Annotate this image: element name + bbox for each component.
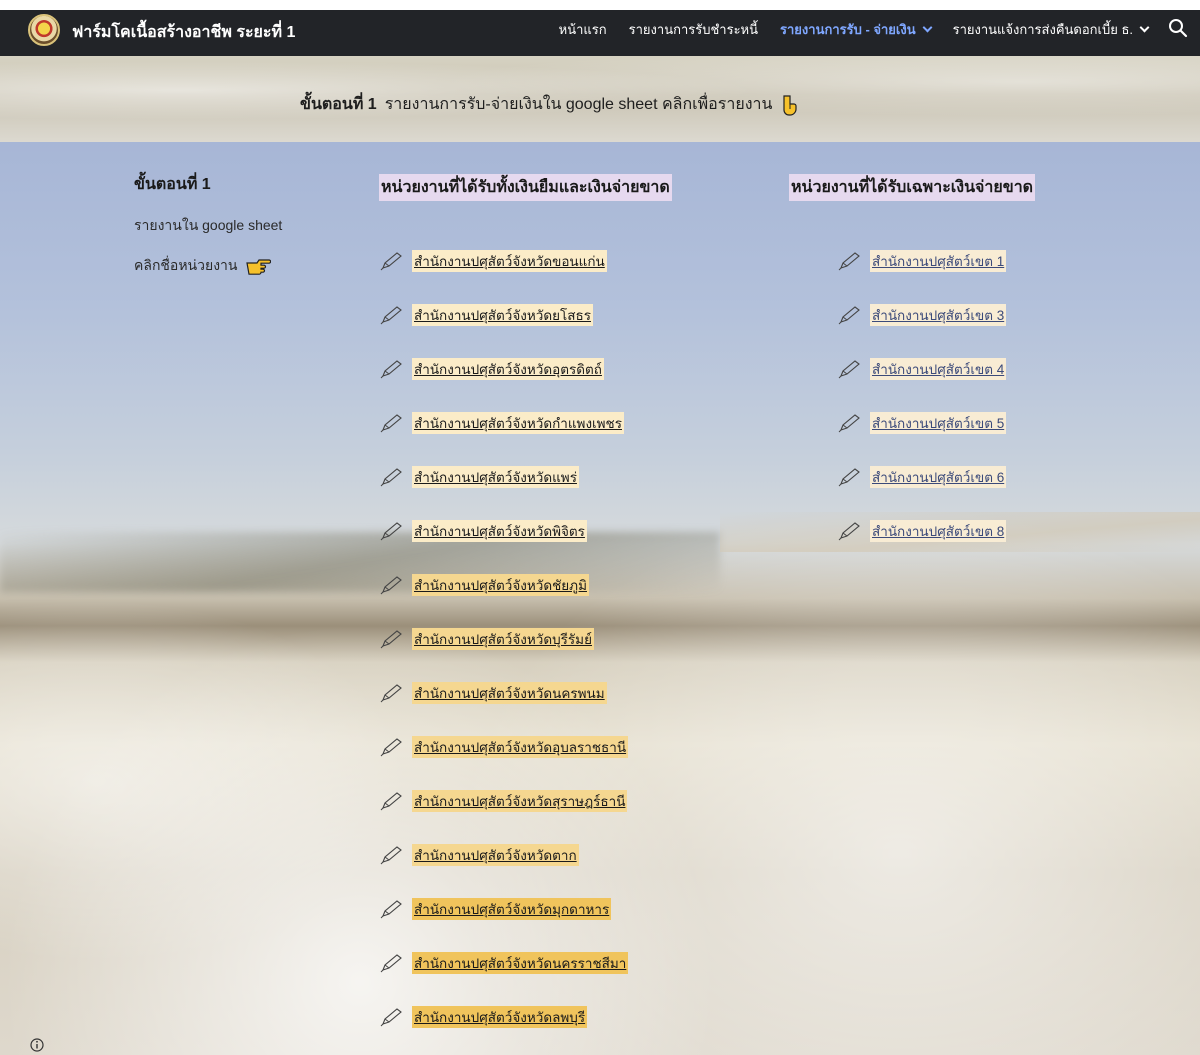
office-link[interactable]: สำนักงานปศุสัตว์จังหวัดลพบุรี (412, 1006, 588, 1028)
list-item: สำนักงานปศุสัตว์เขต 6 (838, 466, 1007, 488)
office-link[interactable]: สำนักงานปศุสัตว์เขต 6 (870, 466, 1007, 488)
pen-icon (838, 360, 860, 379)
pen-icon (380, 468, 402, 487)
hero-instruction: ขั้นตอนที่ 1 รายงานการรับ-จ่ายเงินใน goo… (300, 92, 798, 117)
hero-step-label: ขั้นตอนที่ 1 (300, 96, 377, 113)
pen-icon (380, 792, 402, 811)
nav-item-label: รายงานแจ้งการส่งคืนดอกเบี้ย ธ. (952, 22, 1133, 37)
list-item: สำนักงานปศุสัตว์จังหวัดนครพนม (380, 682, 607, 704)
list-item: สำนักงานปศุสัตว์จังหวัดยโสธร (380, 304, 593, 326)
office-link[interactable]: สำนักงานปศุสัตว์จังหวัดชัยภูมิ (412, 574, 589, 596)
nav-item-label: หน้าแรก (558, 22, 607, 37)
office-link[interactable]: สำนักงานปศุสัตว์จังหวัดตาก (412, 844, 579, 866)
list-item: สำนักงานปศุสัตว์เขต 3 (838, 304, 1007, 326)
pen-icon (380, 306, 402, 325)
office-link[interactable]: สำนักงานปศุสัตว์เขต 5 (870, 412, 1007, 434)
left-instructions: ขั้นตอนที่ 1 รายงานใน google sheet คลิกช… (134, 172, 282, 277)
list-item: สำนักงานปศุสัตว์จังหวัดแพร่ (380, 466, 579, 488)
main-nav: หน้าแรก รายงานการรับชำระหนี้ รายงานการรั… (559, 19, 1150, 40)
list-item: สำนักงานปศุสัตว์จังหวัดบุรีรัมย์ (380, 628, 594, 650)
heading-grant-only: หน่วยงานที่ได้รับเฉพาะเงินจ่ายขาด (789, 174, 1036, 201)
list-item: สำนักงานปศุสัตว์จังหวัดพิจิตร (380, 520, 587, 542)
list-item: สำนักงานปศุสัตว์เขต 8 (838, 520, 1007, 542)
pen-icon (380, 522, 402, 541)
list-item: สำนักงานปศุสัตว์เขต 5 (838, 412, 1007, 434)
chevron-down-icon (922, 22, 933, 33)
office-link[interactable]: สำนักงานปศุสัตว์จังหวัดขอนแก่น (412, 250, 607, 272)
nav-item-label: รายงานการรับชำระหนี้ (628, 22, 759, 37)
hero-banner: ขั้นตอนที่ 1 รายงานการรับ-จ่ายเงินใน goo… (0, 56, 1200, 142)
list-item: สำนักงานปศุสัตว์จังหวัดสุราษฎร์ธานี (380, 790, 628, 812)
nav-item-debt-report[interactable]: รายงานการรับชำระหนี้ (629, 19, 758, 40)
office-link[interactable]: สำนักงานปศุสัตว์จังหวัดมุกดาหาร (412, 898, 612, 920)
office-link[interactable]: สำนักงานปศุสัตว์จังหวัดสุราษฎร์ธานี (412, 790, 628, 812)
hero-text: รายงานการรับ-จ่ายเงินใน google sheet คลิ… (384, 96, 773, 113)
pen-icon (380, 954, 402, 973)
list-item: สำนักงานปศุสัตว์จังหวัดลพบุรี (380, 1006, 588, 1028)
list-item: สำนักงานปศุสัตว์จังหวัดอุตรดิตถ์ (380, 358, 604, 380)
pen-icon (380, 360, 402, 379)
click-instruction-text: คลิกชื่อหน่วยงาน (134, 257, 238, 273)
nav-item-home[interactable]: หน้าแรก (559, 19, 607, 40)
background-wave (0, 532, 720, 592)
pen-icon (838, 522, 860, 541)
top-nav-bar: ฟาร์มโคเนื้อสร้างอาชีพ ระยะที่ 1 หน้าแรก… (0, 0, 1200, 56)
office-link[interactable]: สำนักงานปศุสัตว์เขต 3 (870, 304, 1007, 326)
list-item: สำนักงานปศุสัตว์เขต 1 (838, 250, 1007, 272)
list-item: สำนักงานปศุสัตว์จังหวัดกำแพงเพชร (380, 412, 624, 434)
pen-icon (380, 252, 402, 271)
office-link[interactable]: สำนักงานปศุสัตว์จังหวัดนครพนม (412, 682, 607, 704)
chevron-down-icon (1139, 22, 1150, 33)
list-item: สำนักงานปศุสัตว์จังหวัดมุกดาหาร (380, 898, 612, 920)
pen-icon (380, 738, 402, 757)
heading-loan-and-grant: หน่วยงานที่ได้รับทั้งเงินยืมและเงินจ่ายข… (379, 174, 672, 201)
pen-icon (380, 684, 402, 703)
office-link[interactable]: สำนักงานปศุสัตว์จังหวัดบุรีรัมย์ (412, 628, 594, 650)
office-link[interactable]: สำนักงานปศุสัตว์จังหวัดนครราชสีมา (412, 952, 629, 974)
office-link[interactable]: สำนักงานปศุสัตว์เขต 8 (870, 520, 1007, 542)
office-link[interactable]: สำนักงานปศุสัตว์เขต 1 (870, 250, 1007, 272)
pen-icon (380, 846, 402, 865)
nav-item-label: รายงานการรับ - จ่ายเงิน (780, 22, 916, 37)
step-subtitle: รายงานใน google sheet (134, 217, 283, 233)
list-item: สำนักงานปศุสัตว์จังหวัดขอนแก่น (380, 250, 607, 272)
pen-icon (380, 576, 402, 595)
pen-icon (380, 414, 402, 433)
pen-icon (838, 468, 860, 487)
office-link[interactable]: สำนักงานปศุสัตว์จังหวัดอุบลราชธานี (412, 736, 629, 758)
office-link[interactable]: สำนักงานปศุสัตว์จังหวัดยโสธร (412, 304, 593, 326)
hand-point-right-icon (246, 259, 272, 275)
pen-icon (380, 1008, 402, 1027)
office-link[interactable]: สำนักงานปศุสัตว์จังหวัดแพร่ (412, 466, 579, 488)
office-link[interactable]: สำนักงานปศุสัตว์จังหวัดอุตรดิตถ์ (412, 358, 604, 380)
list-item: สำนักงานปศุสัตว์เขต 4 (838, 358, 1007, 380)
site-logo-icon[interactable] (28, 14, 60, 46)
office-link[interactable]: สำนักงานปศุสัตว์จังหวัดพิจิตร (412, 520, 587, 542)
pen-icon (838, 306, 860, 325)
site-title[interactable]: ฟาร์มโคเนื้อสร้างอาชีพ ระยะที่ 1 (72, 20, 295, 45)
pen-icon (838, 414, 860, 433)
pen-icon (380, 630, 402, 649)
office-link[interactable]: สำนักงานปศุสัตว์เขต 4 (870, 358, 1007, 380)
click-instruction: คลิกชื่อหน่วยงาน (134, 255, 282, 277)
list-item: สำนักงานปศุสัตว์จังหวัดชัยภูมิ (380, 574, 589, 596)
nav-item-income-expense[interactable]: รายงานการรับ - จ่ายเงิน (780, 19, 933, 40)
step-heading: ขั้นตอนที่ 1 (134, 176, 211, 193)
info-icon[interactable] (30, 1038, 44, 1052)
nav-item-interest-return[interactable]: รายงานแจ้งการส่งคืนดอกเบี้ย ธ. (952, 19, 1150, 40)
main-content: ขั้นตอนที่ 1 รายงานใน google sheet คลิกช… (0, 142, 1200, 1055)
hand-point-down-icon (783, 94, 798, 116)
list-item: สำนักงานปศุสัตว์จังหวัดอุบลราชธานี (380, 736, 629, 758)
pen-icon (838, 252, 860, 271)
list-item: สำนักงานปศุสัตว์จังหวัดตาก (380, 844, 579, 866)
list-item: สำนักงานปศุสัตว์จังหวัดนครราชสีมา (380, 952, 629, 974)
search-icon[interactable] (1168, 18, 1188, 38)
pen-icon (380, 900, 402, 919)
office-link[interactable]: สำนักงานปศุสัตว์จังหวัดกำแพงเพชร (412, 412, 624, 434)
